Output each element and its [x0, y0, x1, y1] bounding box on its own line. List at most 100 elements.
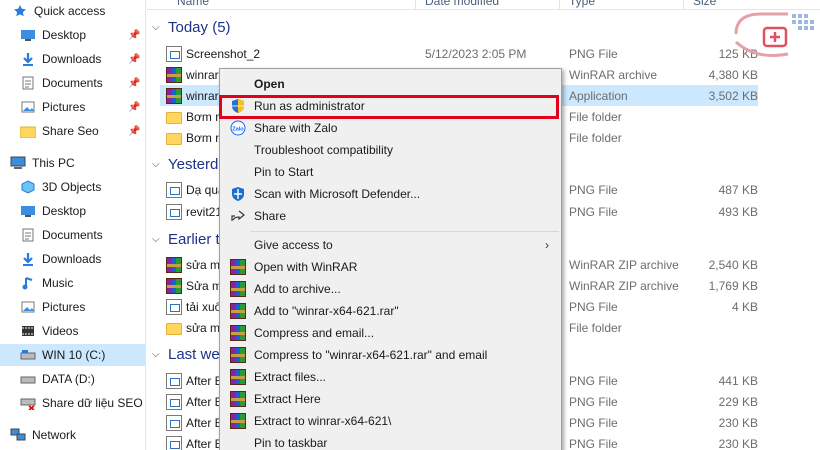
menu-compress-to-rar-and-email[interactable]: Compress to "winrar-x64-621.rar" and ema…	[220, 344, 561, 366]
navigation-pane[interactable]: Quick access Desktop 📌 Downloads 📌 Docum…	[0, 0, 146, 450]
menu-share-with-zalo[interactable]: Zalo Share with Zalo	[220, 117, 561, 139]
nav-network-drive[interactable]: Share dữ liệu SEO (\	[0, 392, 145, 414]
context-menu: Open Run as administrator Zalo Share wit…	[219, 68, 562, 450]
winrar-app-icon	[166, 87, 182, 104]
nav-drive-d[interactable]: DATA (D:)	[0, 368, 145, 390]
drive-icon	[20, 371, 36, 387]
nav-pictures-quick[interactable]: Pictures 📌	[0, 96, 145, 118]
column-name[interactable]: Name	[177, 0, 209, 8]
menu-pin-to-taskbar[interactable]: Pin to taskbar	[220, 432, 561, 450]
network-drive-icon	[20, 395, 36, 411]
star-icon	[12, 3, 28, 19]
folder-icon	[166, 132, 182, 145]
documents-icon	[20, 75, 36, 91]
group-today[interactable]: ⌵ Today (5)	[152, 16, 231, 38]
nav-downloads-quick[interactable]: Downloads 📌	[0, 48, 145, 70]
png-file-icon	[166, 393, 182, 410]
winrar-icon	[230, 259, 246, 275]
chevron-down-icon: ⌵	[152, 21, 160, 33]
pictures-icon	[20, 299, 36, 315]
menu-add-to-rar[interactable]: Add to "winrar-x64-621.rar"	[220, 300, 561, 322]
menu-troubleshoot-compatibility[interactable]: Troubleshoot compatibility	[220, 139, 561, 161]
png-file-icon	[166, 45, 182, 62]
nav-documents-quick[interactable]: Documents 📌	[0, 72, 145, 94]
winrar-archive-icon	[166, 66, 182, 83]
png-file-icon	[166, 298, 182, 315]
column-type[interactable]: Type	[569, 0, 595, 8]
network-icon	[10, 427, 26, 443]
chevron-down-icon: ⌵	[152, 348, 160, 360]
png-file-icon	[166, 203, 182, 220]
winrar-icon	[230, 281, 246, 297]
column-date[interactable]: Date modified	[425, 0, 499, 8]
winrar-icon	[230, 303, 246, 319]
nav-documents[interactable]: Documents	[0, 224, 145, 246]
png-file-icon	[166, 435, 182, 450]
folder-icon	[166, 322, 182, 335]
winrar-zip-icon	[166, 256, 182, 273]
nav-drive-c[interactable]: WIN 10 (C:)	[0, 344, 145, 366]
menu-scan-with-defender[interactable]: Scan with Microsoft Defender...	[220, 183, 561, 205]
chevron-down-icon: ⌵	[152, 158, 160, 170]
menu-extract-here[interactable]: Extract Here	[220, 388, 561, 410]
share-icon	[230, 208, 246, 224]
menu-add-to-archive[interactable]: Add to archive...	[220, 278, 561, 300]
pin-icon: 📌	[128, 125, 141, 137]
winrar-icon	[230, 369, 246, 385]
file-row[interactable]: Screenshot_2 5/12/2023 2:05 PM PNG File …	[160, 43, 758, 64]
documents-icon	[20, 227, 36, 243]
menu-compress-and-email[interactable]: Compress and email...	[220, 322, 561, 344]
highlight-annotation	[219, 95, 559, 119]
group-last-week[interactable]: ⌵ Last we	[152, 343, 220, 365]
nav-share-seo[interactable]: Share Seo 📌	[0, 120, 145, 142]
zalo-icon: Zalo	[230, 120, 246, 136]
pin-icon: 📌	[128, 53, 141, 65]
png-file-icon	[166, 372, 182, 389]
menu-open-with-winrar[interactable]: Open with WinRAR	[220, 256, 561, 278]
group-earlier[interactable]: ⌵ Earlier t	[152, 228, 220, 250]
defender-icon	[230, 186, 246, 202]
nav-quick-access[interactable]: Quick access	[0, 0, 145, 22]
menu-extract-files[interactable]: Extract files...	[220, 366, 561, 388]
menu-open[interactable]: Open	[220, 73, 561, 95]
pin-icon: 📌	[128, 29, 141, 41]
nav-videos[interactable]: Videos	[0, 320, 145, 342]
menu-pin-to-start[interactable]: Pin to Start	[220, 161, 561, 183]
desktop-icon	[20, 203, 36, 219]
group-yesterday[interactable]: ⌵ Yesterda	[152, 153, 227, 175]
nav-desktop[interactable]: Desktop	[0, 200, 145, 222]
computer-icon	[10, 155, 26, 171]
videos-icon	[20, 323, 36, 339]
nav-pictures[interactable]: Pictures	[0, 296, 145, 318]
menu-extract-to-folder[interactable]: Extract to winrar-x64-621\	[220, 410, 561, 432]
column-separator[interactable]	[415, 0, 416, 10]
winrar-zip-icon	[166, 277, 182, 294]
column-size[interactable]: Size	[693, 0, 716, 8]
pin-icon: 📌	[128, 77, 141, 89]
pin-icon: 📌	[128, 101, 141, 113]
nav-network[interactable]: Network	[0, 424, 145, 446]
winrar-icon	[230, 325, 246, 341]
pictures-icon	[20, 99, 36, 115]
music-icon	[20, 275, 36, 291]
nav-downloads[interactable]: Downloads	[0, 248, 145, 270]
brand-logo	[726, 6, 816, 66]
nav-3d-objects[interactable]: 3D Objects	[0, 176, 145, 198]
download-icon	[20, 51, 36, 67]
column-separator[interactable]	[683, 0, 684, 10]
desktop-icon	[20, 27, 36, 43]
column-separator[interactable]	[559, 0, 560, 10]
menu-share[interactable]: Share	[220, 205, 561, 227]
nav-music[interactable]: Music	[0, 272, 145, 294]
winrar-icon	[230, 391, 246, 407]
column-header: Name Date modified Type Size	[147, 0, 820, 10]
png-file-icon	[166, 414, 182, 431]
menu-give-access-to[interactable]: Give access to ›	[220, 234, 561, 256]
nav-this-pc[interactable]: This PC	[0, 152, 145, 174]
chevron-right-icon: ›	[545, 238, 549, 252]
png-file-icon	[166, 181, 182, 198]
winrar-icon	[230, 347, 246, 363]
folder-icon	[20, 123, 36, 139]
3d-objects-icon	[20, 179, 36, 195]
nav-desktop-quick[interactable]: Desktop 📌	[0, 24, 145, 46]
